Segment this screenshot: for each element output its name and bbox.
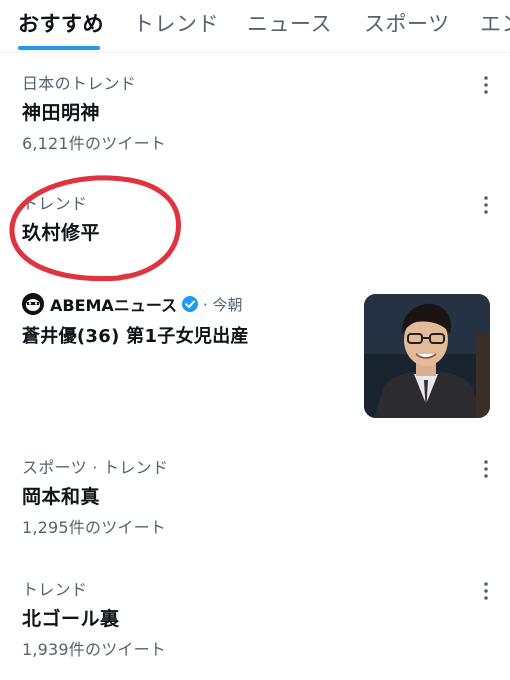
abema-logo-icon [22, 293, 44, 315]
tab-trending[interactable]: トレンド [133, 8, 219, 38]
tab-news[interactable]: ニュース [247, 8, 332, 38]
tab-sports[interactable]: スポーツ [364, 8, 450, 38]
more-vertical-icon[interactable] [480, 74, 492, 96]
trend-item[interactable]: トレンド 北ゴール裏 1,939件のツイート [0, 566, 510, 666]
trend-title: 岡本和真 [22, 486, 101, 508]
more-vertical-icon[interactable] [480, 458, 492, 480]
trend-tweet-count: 1,295件のツイート [22, 518, 167, 537]
trend-item[interactable]: スポーツ · トレンド 岡本和真 1,295件のツイート [0, 444, 510, 544]
trend-item[interactable]: 日本のトレンド 神田明神 6,121件のツイート [0, 60, 510, 160]
news-thumbnail-image [364, 294, 490, 418]
trend-title: 北ゴール裏 [22, 608, 120, 630]
trend-tweet-count: 1,939件のツイート [22, 640, 167, 659]
trend-context: トレンド [22, 580, 88, 599]
news-headline: 蒼井優(36) 第1子女児出産 [22, 326, 249, 347]
explore-tabs: おすすめ トレンド ニュース スポーツ エン [0, 0, 510, 53]
trend-tweet-count: 6,121件のツイート [22, 134, 167, 153]
trend-title: 神田明神 [22, 102, 101, 124]
news-timestamp: · 今朝 [203, 295, 243, 314]
tab-entertainment[interactable]: エン [480, 8, 510, 38]
verified-badge-icon [182, 296, 199, 312]
news-source-name: ABEMAニュース [50, 296, 178, 315]
trend-title: 玖村修平 [22, 222, 101, 244]
tab-for-you[interactable]: おすすめ [18, 8, 104, 38]
trend-item[interactable]: トレンド 玖村修平 [0, 180, 510, 260]
trend-context: 日本のトレンド [22, 74, 137, 93]
more-vertical-icon[interactable] [480, 194, 492, 216]
active-tab-indicator [18, 46, 100, 50]
news-source-row: ABEMAニュース · 今朝 [22, 292, 243, 316]
trend-context: トレンド [22, 194, 88, 213]
trend-context: スポーツ · トレンド [22, 458, 169, 477]
more-vertical-icon[interactable] [480, 580, 492, 602]
